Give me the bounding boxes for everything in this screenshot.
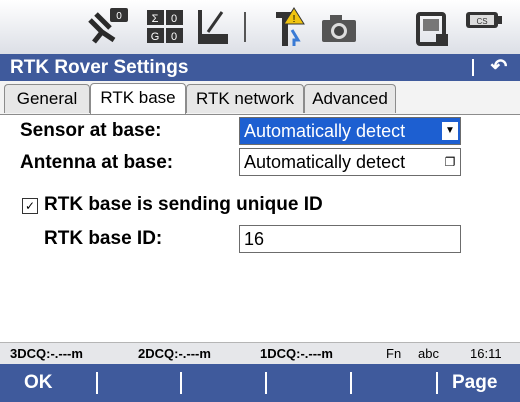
softkey-divider [180, 372, 182, 394]
chevron-down-icon[interactable]: ▼ [442, 122, 458, 140]
dcq1-readout: 1DCQ:-.---m [260, 343, 333, 365]
antenna-at-base-select[interactable]: Automatically detect ❐ [239, 148, 461, 176]
svg-text:0: 0 [116, 11, 122, 22]
tab-rtk-base[interactable]: RTK base [90, 83, 186, 114]
dcq2-text: 2DCQ:-.---m [138, 346, 211, 361]
svg-text:0: 0 [171, 31, 177, 43]
dcq1-text: 1DCQ:-.---m [260, 346, 333, 361]
clock: 16:11 [470, 346, 502, 361]
status-bar: 3DCQ:-.---m 2DCQ:-.---m 1DCQ:-.---m Fn a… [0, 342, 520, 365]
ok-button[interactable]: OK [24, 364, 53, 402]
icon-bar-divider [244, 12, 246, 42]
base-id-label: RTK base ID: [44, 228, 163, 249]
title-bar: RTK Rover Settings ↶ [0, 54, 520, 81]
screen: 0 Σ 0 G 0 ! CS RTK Rover Settings ↶ Gene… [0, 0, 520, 402]
list-popup-icon[interactable]: ❐ [442, 153, 458, 171]
svg-text:CS: CS [476, 17, 487, 26]
softkey-bar: OK Page [0, 364, 520, 402]
antenna-at-base-value: Automatically detect [244, 152, 406, 172]
unique-id-checkbox[interactable]: ✓ [22, 198, 38, 214]
toolbox-icon[interactable] [194, 6, 232, 48]
softkey-divider [265, 372, 267, 394]
unique-id-label: RTK base is sending unique ID [44, 194, 323, 215]
antenna-at-base-label: Antenna at base: [20, 152, 174, 173]
softkey-divider [436, 372, 438, 394]
antenna-warning-icon[interactable]: ! [272, 6, 308, 48]
title-divider [472, 59, 474, 76]
satellite-icon[interactable]: 0 [84, 6, 136, 48]
svg-text:G: G [151, 31, 160, 43]
sensor-at-base-label: Sensor at base: [20, 120, 162, 141]
dcq3-readout: 3DCQ:-.---m [10, 343, 83, 365]
dcq3-text: 3DCQ:-.---m [10, 346, 83, 361]
softkey-divider [96, 372, 98, 394]
tab-advanced[interactable]: Advanced [304, 84, 396, 113]
sensor-at-base-value: Automatically detect [244, 121, 406, 141]
svg-text:!: ! [293, 14, 296, 25]
back-icon[interactable]: ↶ [487, 54, 511, 81]
input-mode-indicator: abc [418, 346, 439, 361]
svg-text:0: 0 [171, 13, 177, 25]
camera-icon[interactable] [318, 6, 360, 48]
icon-bar: 0 Σ 0 G 0 ! CS [0, 0, 520, 55]
svg-text:Σ: Σ [152, 13, 159, 25]
tab-strip: General RTK base RTK network Advanced [0, 81, 520, 115]
fn-indicator: Fn [386, 346, 402, 361]
tab-general[interactable]: General [4, 84, 90, 113]
battery-icon[interactable]: CS [462, 6, 506, 48]
tab-rtk-network[interactable]: RTK network [186, 84, 304, 113]
softkey-divider [350, 372, 352, 394]
base-id-input[interactable]: 16 [239, 225, 461, 253]
page-title: RTK Rover Settings [10, 57, 189, 78]
sensor-at-base-select[interactable]: Automatically detect ▼ [239, 117, 461, 145]
grid-count-icon[interactable]: Σ 0 G 0 [145, 6, 187, 48]
device-icon[interactable] [414, 6, 450, 48]
dcq2-readout: 2DCQ:-.---m [138, 343, 211, 365]
page-button[interactable]: Page [452, 364, 497, 402]
